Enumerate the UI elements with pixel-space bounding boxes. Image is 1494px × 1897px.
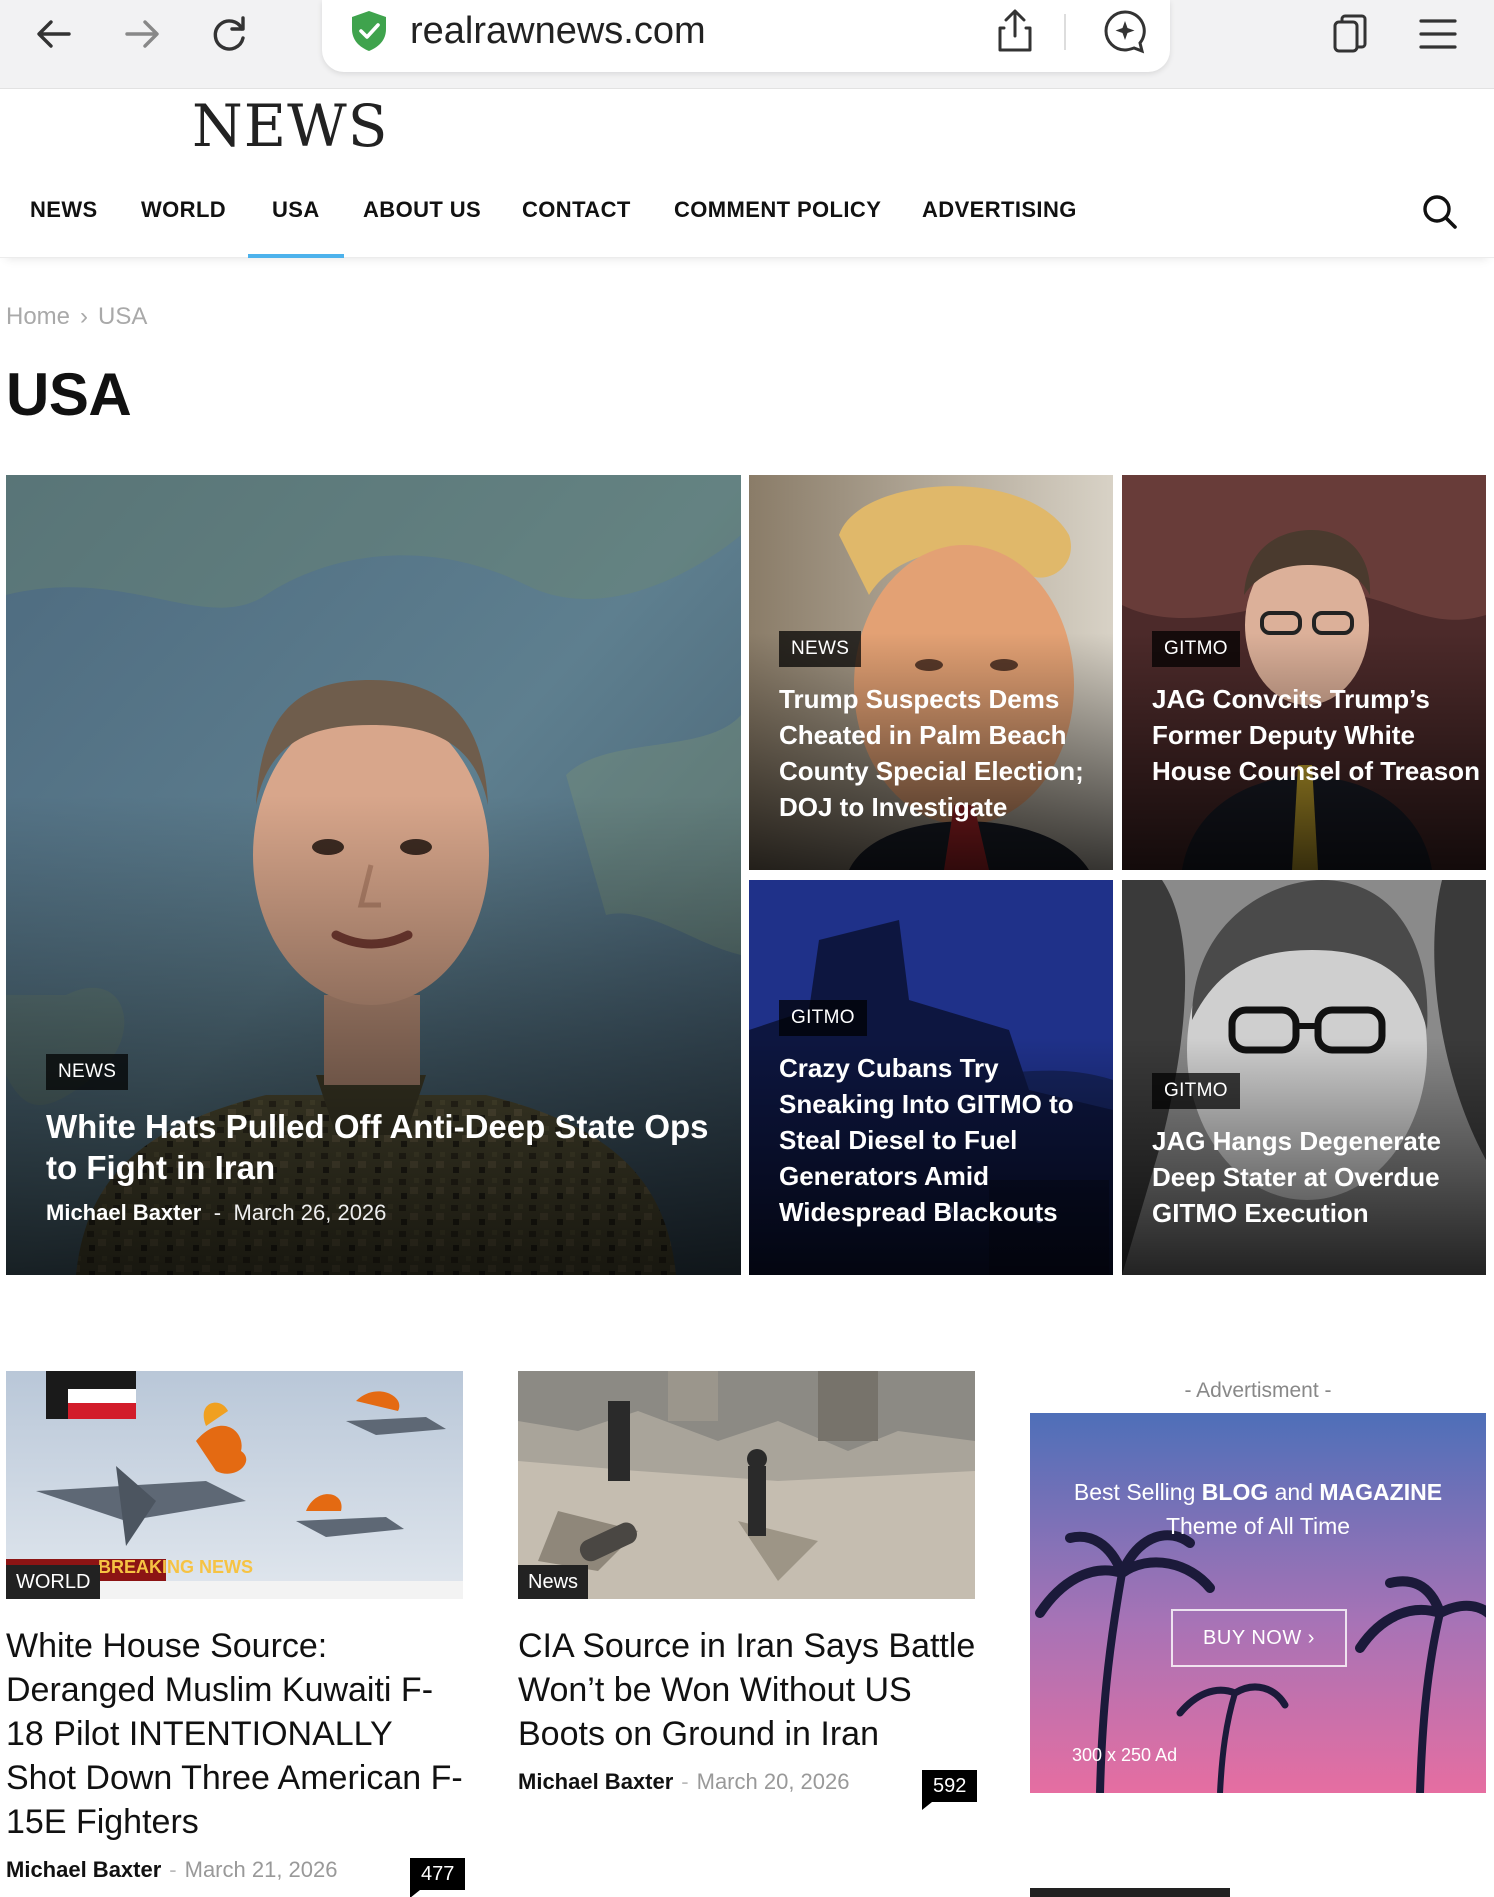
tile-title[interactable]: Crazy Cubans Try Sneaking Into GITMO to … <box>779 1050 1109 1230</box>
tile-meta: Michael Baxter - March 26, 2026 <box>46 1200 386 1226</box>
article-title[interactable]: White House Source: Deranged Muslim Kuwa… <box>6 1624 468 1844</box>
site-logo[interactable]: NEWS <box>192 92 388 160</box>
comment-count-badge[interactable]: 592 <box>922 1770 978 1810</box>
article-thumbnail[interactable]: BREAKING NEWS WORLD <box>6 1371 463 1599</box>
featured-tile-1[interactable]: NEWS Trump Suspects Dems Cheated in Palm… <box>749 475 1113 870</box>
article-title[interactable]: CIA Source in Iran Says Battle Won’t be … <box>518 1624 988 1756</box>
nav-item-contact[interactable]: CONTACT <box>522 180 631 258</box>
meta-separator: - <box>213 1200 222 1225</box>
share-icon[interactable] <box>990 6 1040 56</box>
tile-title[interactable]: Trump Suspects Dems Cheated in Palm Beac… <box>779 681 1109 825</box>
tile-category-tag[interactable]: GITMO <box>1152 1073 1240 1109</box>
buy-now-button[interactable]: BUY NOW › <box>1171 1609 1347 1667</box>
ad-text: BLOG <box>1201 1479 1269 1505</box>
nav-item-news[interactable]: NEWS <box>30 180 98 258</box>
nav-item-comment-policy[interactable]: COMMENT POLICY <box>674 180 881 258</box>
forward-arrow-icon[interactable] <box>114 6 170 62</box>
tabs-icon[interactable] <box>1322 6 1378 62</box>
breadcrumb-home[interactable]: Home <box>6 303 70 330</box>
tile-category-tag[interactable]: GITMO <box>779 1000 867 1036</box>
article-category[interactable]: WORLD <box>6 1565 101 1599</box>
article-thumbnail[interactable]: News <box>518 1371 975 1599</box>
ad-size-label: 300 x 250 Ad <box>1072 1745 1178 1765</box>
comment-count-badge[interactable]: 477 <box>410 1858 466 1897</box>
url-text[interactable]: realrawnews.com <box>410 8 706 54</box>
divider <box>1064 14 1066 50</box>
section-divider <box>1030 1888 1230 1897</box>
reload-icon[interactable] <box>202 6 258 62</box>
menu-icon[interactable] <box>1410 6 1466 62</box>
tile-date: March 26, 2026 <box>233 1200 387 1225</box>
tile-title[interactable]: White Hats Pulled Off Anti-Deep State Op… <box>46 1106 726 1188</box>
meta-separator: - <box>169 1857 177 1882</box>
tile-category-tag[interactable]: GITMO <box>1152 631 1240 667</box>
page-title: USA <box>6 361 132 428</box>
nav-item-world[interactable]: WORLD <box>141 180 226 258</box>
advertisement-banner[interactable]: Best Selling BLOG and MAGAZINE Theme of … <box>1030 1413 1486 1793</box>
tile-category-tag[interactable]: NEWS <box>46 1054 129 1090</box>
ad-text: Theme of All Time <box>1165 1513 1351 1539</box>
nav-item-about-us[interactable]: ABOUT US <box>363 180 481 258</box>
article-meta: Michael Baxter - March 20, 2026 <box>518 1769 850 1795</box>
featured-tile-4[interactable]: GITMO JAG Hangs Degenerate Deep Stater a… <box>1122 880 1486 1275</box>
image-overlay-text: BREAKING NEWS <box>98 1557 254 1577</box>
nav-item-advertising[interactable]: ADVERTISING <box>922 180 1077 258</box>
breadcrumb-separator: › <box>80 303 89 330</box>
nav-item-usa[interactable]: USA <box>248 180 344 258</box>
ad-text: and <box>1274 1479 1313 1505</box>
back-arrow-icon[interactable] <box>26 6 82 62</box>
ad-image <box>1030 1413 1486 1793</box>
tile-title[interactable]: JAG Convcits Trump’s Former Deputy White… <box>1152 681 1482 789</box>
ad-headline: Best Selling BLOG and MAGAZINE Theme of … <box>1030 1475 1486 1543</box>
article-date: March 21, 2026 <box>184 1857 338 1882</box>
chat-icon[interactable] <box>1100 6 1150 56</box>
address-bar[interactable]: realrawnews.com <box>322 0 1170 72</box>
tile-author[interactable]: Michael Baxter <box>46 1200 201 1225</box>
breadcrumb-current[interactable]: USA <box>98 303 147 330</box>
article-meta: Michael Baxter - March 21, 2026 <box>6 1857 338 1883</box>
featured-main-tile[interactable]: NEWS White Hats Pulled Off Anti-Deep Sta… <box>6 475 741 1275</box>
tile-category-tag[interactable]: NEWS <box>779 631 862 667</box>
secure-shield-icon <box>352 11 386 51</box>
ad-text: MAGAZINE <box>1319 1479 1443 1505</box>
tile-title[interactable]: JAG Hangs Degenerate Deep Stater at Over… <box>1152 1123 1482 1231</box>
meta-separator: - <box>681 1769 689 1794</box>
main-navigation: NEWS WORLD USA ABOUT US CONTACT COMMENT … <box>0 180 1494 258</box>
article-category[interactable]: News <box>518 1565 589 1599</box>
ad-text: Best Selling <box>1073 1479 1196 1505</box>
article-author[interactable]: Michael Baxter <box>518 1769 673 1794</box>
search-icon[interactable] <box>1418 190 1462 234</box>
featured-tile-3[interactable]: GITMO Crazy Cubans Try Sneaking Into GIT… <box>749 880 1113 1275</box>
breadcrumb: Home › USA <box>6 303 157 331</box>
featured-tile-2[interactable]: GITMO JAG Convcits Trump’s Former Deputy… <box>1122 475 1486 870</box>
advertisement-label: - Advertisment - <box>1184 1379 1332 1402</box>
article-author[interactable]: Michael Baxter <box>6 1857 161 1882</box>
browser-toolbar: realrawnews.com <box>0 0 1494 89</box>
article-date: March 20, 2026 <box>696 1769 850 1794</box>
